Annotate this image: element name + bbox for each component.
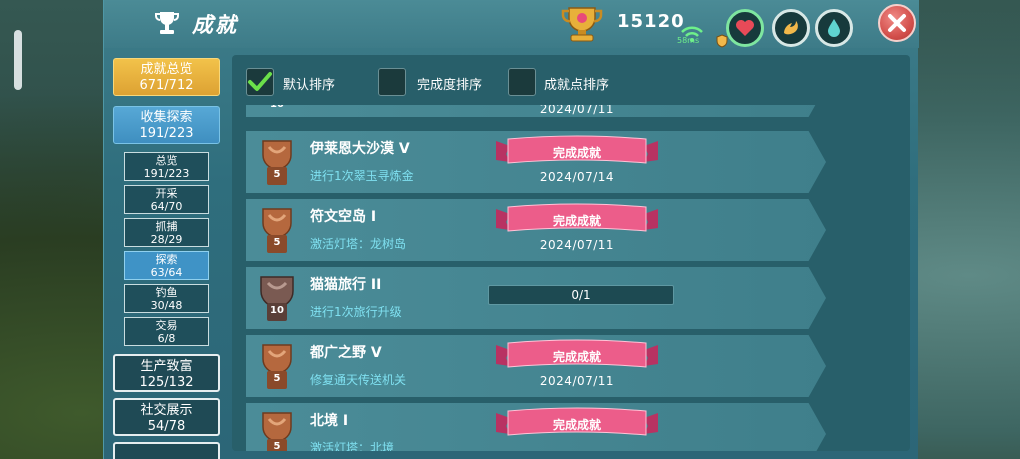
sub-item-mining[interactable]: 开采 64/70 [124, 185, 209, 214]
bronze-medal-icon [262, 140, 292, 185]
stamina-icon [784, 21, 798, 35]
menu-production-label: 生产致富 [140, 359, 193, 374]
close-icon [888, 14, 906, 32]
achievement-desc: 进行1次翠玉寻炼金 [310, 169, 414, 183]
status-text: 完成成就 [552, 350, 601, 364]
achievement-desc: 进行1次旅行升级 [310, 305, 402, 319]
bronze-medal-icon [262, 344, 292, 389]
sub-item-label: 抓捕 [155, 220, 178, 233]
menu-overview-count: 671/712 [139, 78, 194, 93]
shield-badge-icon [716, 34, 728, 48]
menu-social[interactable]: 社交展示 54/78 [113, 398, 220, 436]
sort-options: 默认排序 完成度排序 成就点排序 [232, 55, 910, 99]
list-item[interactable]: 5 都广之野 V 修复通天传送机关 完成成就 2024/07/11 [246, 335, 826, 397]
completion-sort-label[interactable]: 完成度排序 [417, 74, 482, 93]
sub-item-capture[interactable]: 抓捕 28/29 [124, 218, 209, 247]
list-item-partial[interactable]: 10 2024/07/11 [246, 105, 826, 117]
list-item[interactable]: 5 伊莱恩大沙漠 V 进行1次翠玉寻炼金 完成成就 2024/07/14 [246, 131, 826, 193]
sub-item-label: 探索 [155, 253, 178, 266]
menu-production-count: 125/132 [139, 375, 194, 390]
checkmark-icon [248, 72, 272, 91]
achievement-desc: 激活灯塔：北境 [310, 441, 395, 451]
medal-level: 10 [254, 105, 300, 110]
menu-collect-label: 收集探索 [140, 110, 193, 125]
achievement-name: 都广之野 V [310, 345, 382, 361]
menu-overview[interactable]: 成就总览 671/712 [113, 58, 220, 96]
sub-item-fishing[interactable]: 钓鱼 30/48 [124, 284, 209, 313]
achievement-score: 15120 [617, 11, 685, 32]
water-drop-icon [828, 19, 840, 37]
default-sort-checkbox[interactable] [246, 68, 274, 96]
completion-sort-checkbox[interactable] [378, 68, 406, 96]
achievement-name: 猫猫旅行 II [310, 277, 382, 293]
sub-item-explore[interactable]: 探索 63/64 [124, 251, 209, 280]
status-text: 完成成就 [552, 418, 601, 432]
medal-level: 10 [270, 305, 284, 316]
progress-text: 0/1 [571, 288, 591, 302]
water-button[interactable] [815, 9, 853, 47]
heart-icon [736, 20, 754, 36]
sub-item-label: 开采 [155, 187, 178, 200]
sub-item-trade[interactable]: 交易 6/8 [124, 317, 209, 346]
completion-date: 2024/07/14 [539, 170, 615, 184]
sub-item-count: 64/70 [150, 200, 183, 213]
progress-bar: 0/1 [488, 285, 674, 305]
side-handle[interactable] [14, 30, 22, 90]
sub-item-label: 总览 [155, 154, 178, 167]
status-text: 完成成就 [552, 214, 601, 228]
menu-production[interactable]: 生产致富 125/132 [113, 354, 220, 392]
sub-item-count: 191/223 [143, 167, 190, 180]
menu-social-count: 54/78 [147, 419, 186, 434]
achievement-window: 成就 15120 58ms 成就总览 671/712 收集探索 191/223 … [103, 0, 919, 459]
menu-next-partial[interactable] [113, 442, 220, 459]
completion-date: 2024/07/11 [539, 105, 615, 116]
achievement-name: 伊莱恩大沙漠 V [310, 141, 410, 157]
achievement-desc: 修复通天传送机关 [310, 373, 407, 387]
default-sort-label[interactable]: 默认排序 [283, 74, 335, 93]
menu-collect-explore[interactable]: 收集探索 191/223 [113, 106, 220, 144]
sub-item-count: 30/48 [150, 299, 183, 312]
completion-date: 2024/07/11 [539, 374, 615, 388]
ping-text: 58ms [677, 36, 700, 45]
points-sort-checkbox[interactable] [508, 68, 536, 96]
status-text: 完成成就 [552, 146, 601, 160]
close-button[interactable] [878, 4, 916, 42]
completion-date: 2024/07/11 [539, 238, 615, 252]
medal-level: 5 [273, 237, 281, 248]
achievement-panel: 默认排序 完成度排序 成就点排序 10 2024/07/11 5 伊莱恩大沙漠 … [232, 55, 910, 451]
title-bar: 成就 15120 58ms [104, 0, 919, 48]
medal-level: 5 [273, 441, 281, 451]
sub-item-label: 交易 [155, 319, 178, 332]
menu-collect-count: 191/223 [139, 126, 194, 141]
list-item[interactable]: 10 猫猫旅行 II 进行1次旅行升级 0/1 [246, 267, 826, 329]
gold-cup-icon [561, 7, 603, 42]
sub-item-overview[interactable]: 总览 191/223 [124, 152, 209, 181]
achievement-desc: 激活灯塔：龙树岛 [310, 237, 407, 251]
menu-overview-label: 成就总览 [140, 62, 193, 77]
stamina-button[interactable] [772, 9, 810, 47]
achievement-list[interactable]: 10 2024/07/11 5 伊莱恩大沙漠 V 进行1次翠玉寻炼金 完 [232, 105, 910, 451]
page-title: 成就 [192, 13, 238, 37]
list-item[interactable]: 5 北境 I 激活灯塔：北境 完成成就 [246, 403, 826, 451]
medal-level: 5 [273, 169, 281, 180]
sub-item-count: 63/64 [150, 266, 183, 279]
health-button[interactable] [726, 9, 764, 47]
list-item[interactable]: 5 符文空岛 I 激活灯塔：龙树岛 完成成就 2024/07/11 [246, 199, 826, 261]
achievement-name: 符文空岛 I [310, 209, 377, 225]
bronze-medal-icon [262, 208, 292, 253]
trophy-icon [155, 12, 179, 34]
menu-social-label: 社交展示 [140, 403, 193, 418]
achievement-name: 北境 I [310, 413, 349, 429]
sub-item-count: 6/8 [157, 332, 176, 345]
points-sort-label[interactable]: 成就点排序 [544, 74, 609, 93]
sub-item-label: 钓鱼 [155, 286, 178, 299]
sub-item-count: 28/29 [150, 233, 183, 246]
silver-medal-icon [260, 276, 294, 321]
medal-level: 5 [273, 373, 281, 384]
